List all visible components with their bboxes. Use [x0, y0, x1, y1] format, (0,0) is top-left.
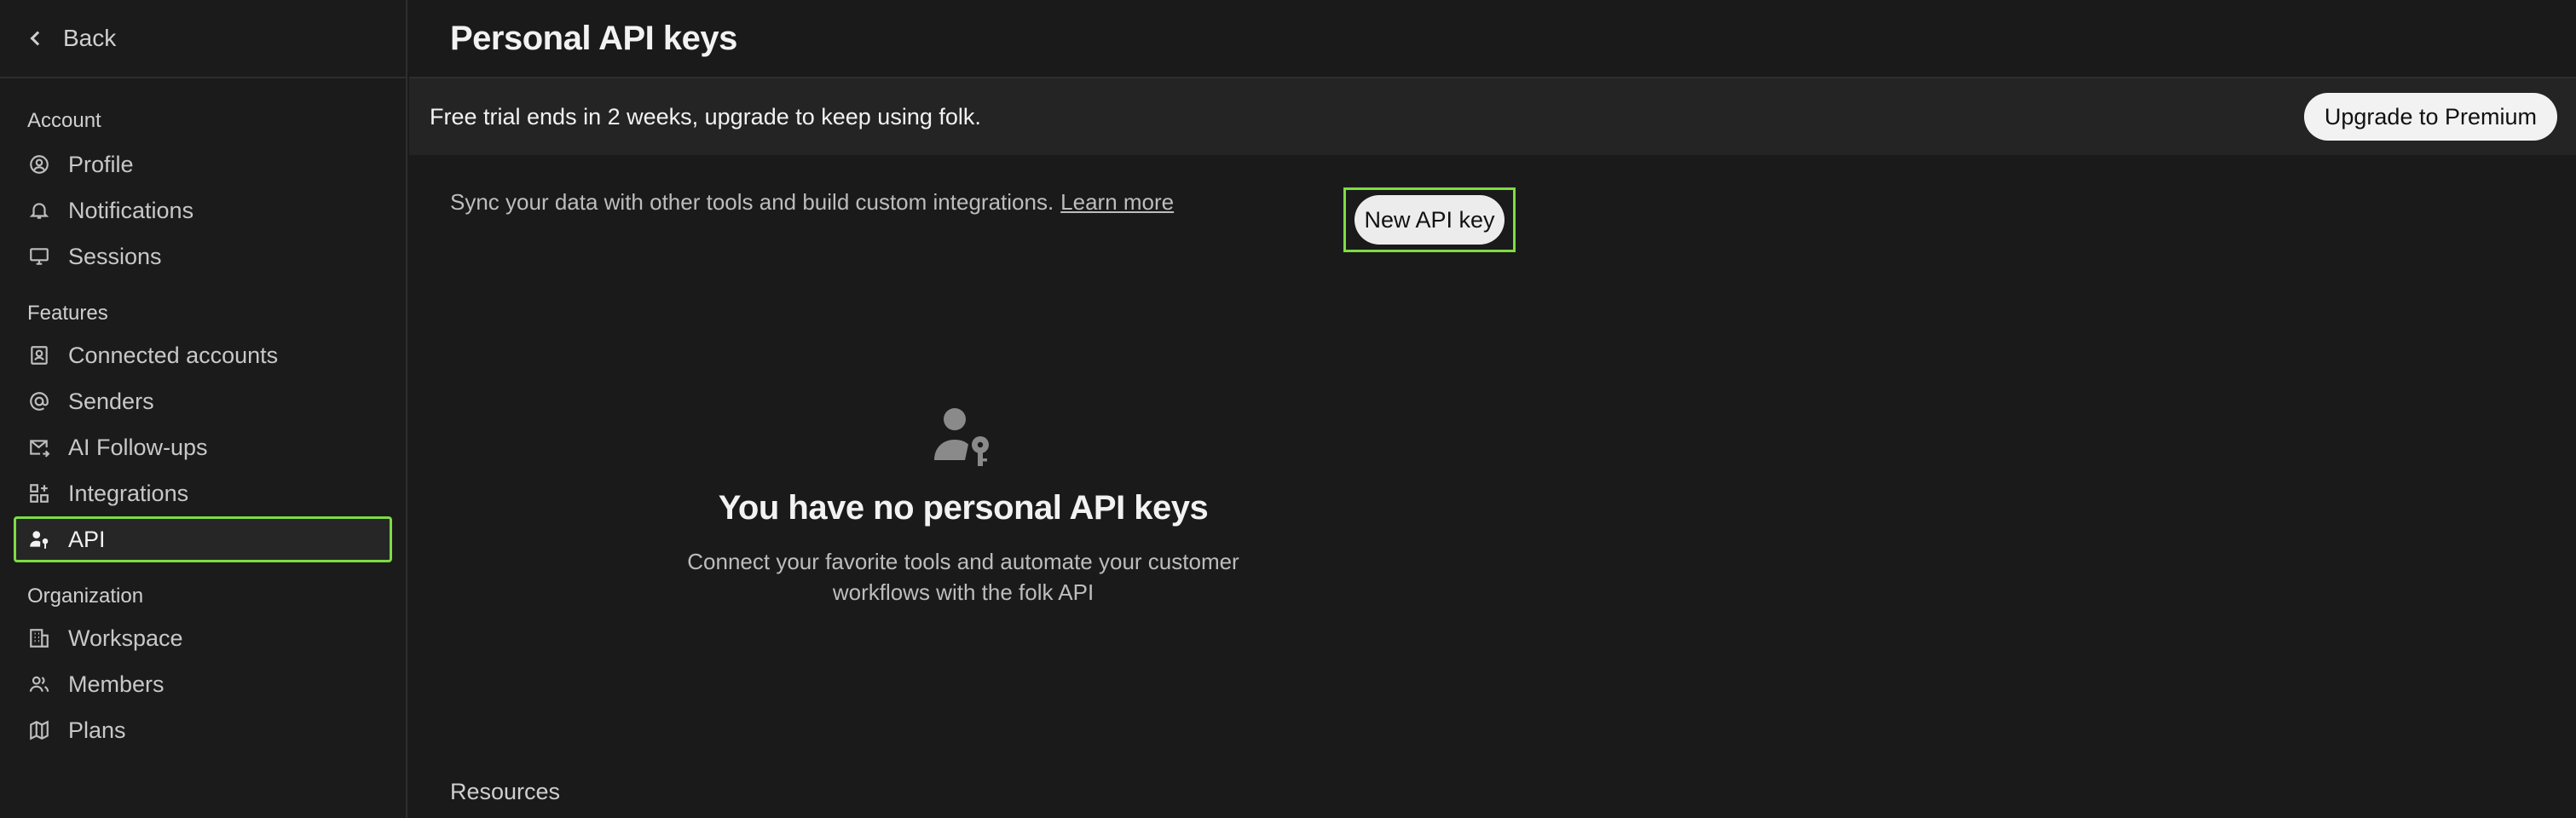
user-key-icon: [927, 400, 999, 472]
sidebar-item-label: Connected accounts: [68, 342, 279, 368]
sidebar-item-label: API: [68, 526, 106, 552]
sidebar-item-label: Integrations: [68, 480, 189, 506]
resources-heading: Resources: [450, 779, 561, 804]
building-icon: [27, 626, 51, 650]
users-icon: [27, 672, 51, 696]
at-sign-icon: [27, 389, 51, 413]
sidebar-item-label: Profile: [68, 151, 134, 177]
sidebar-item-label: Senders: [68, 388, 154, 414]
empty-state-description: Connect your favorite tools and automate…: [687, 549, 1239, 605]
sidebar-item-ai-follow-ups[interactable]: AI Follow-ups: [14, 424, 392, 470]
sidebar-item-label: Plans: [68, 717, 126, 743]
page-title: Personal API keys: [409, 0, 2576, 78]
learn-more-link[interactable]: Learn more: [1060, 189, 1174, 216]
sidebar-item-senders[interactable]: Senders: [14, 378, 392, 424]
contact-card-icon: [27, 343, 51, 367]
sidebar-item-label: Sessions: [68, 243, 162, 269]
sidebar-item-notifications[interactable]: Notifications: [14, 187, 392, 233]
new-api-key-highlight: New API key: [1343, 187, 1516, 252]
section-title-organization: Organization: [27, 585, 144, 608]
sidebar-item-profile[interactable]: Profile: [14, 141, 392, 187]
sidebar-item-label: Members: [68, 671, 165, 697]
empty-state: You have no personal API keys Connect yo…: [622, 400, 1304, 608]
back-button[interactable]: Back: [0, 0, 406, 78]
sidebar-item-members[interactable]: Members: [14, 661, 392, 707]
map-icon: [27, 718, 51, 742]
section-title-account: Account: [27, 109, 101, 132]
intro-text: Sync your data with other tools and buil…: [450, 189, 1054, 215]
monitor-icon: [27, 245, 51, 268]
sidebar-item-label: AI Follow-ups: [68, 434, 208, 460]
sidebar-item-connected-accounts[interactable]: Connected accounts: [14, 332, 392, 378]
user-key-icon: [27, 527, 51, 551]
sidebar-item-workspace[interactable]: Workspace: [14, 615, 392, 661]
bell-icon: [27, 199, 51, 222]
sidebar-item-plans[interactable]: Plans: [14, 707, 392, 753]
intro-row: Sync your data with other tools and buil…: [450, 189, 1174, 216]
sidebar-item-label: Notifications: [68, 197, 194, 223]
trial-banner: Free trial ends in 2 weeks, upgrade to k…: [409, 78, 2576, 155]
new-api-key-button[interactable]: New API key: [1354, 195, 1505, 245]
trial-banner-text: Free trial ends in 2 weeks, upgrade to k…: [430, 103, 981, 130]
sidebar-item-integrations[interactable]: Integrations: [14, 470, 392, 516]
empty-state-title: You have no personal API keys: [718, 489, 1209, 527]
mail-arrow-icon: [27, 435, 51, 459]
grid-plus-icon: [27, 481, 51, 505]
sidebar-item-label: Workspace: [68, 625, 183, 651]
sidebar: Back Account Profile Notifications Sessi…: [0, 0, 407, 818]
sidebar-item-sessions[interactable]: Sessions: [14, 233, 392, 279]
main-content: Personal API keys Free trial ends in 2 w…: [409, 0, 2576, 818]
back-label: Back: [63, 25, 117, 51]
upgrade-button[interactable]: Upgrade to Premium: [2303, 93, 2557, 141]
chevron-left-icon: [30, 31, 45, 46]
sidebar-item-api[interactable]: API: [14, 516, 392, 562]
user-circle-icon: [27, 153, 51, 176]
section-title-features: Features: [27, 302, 108, 325]
